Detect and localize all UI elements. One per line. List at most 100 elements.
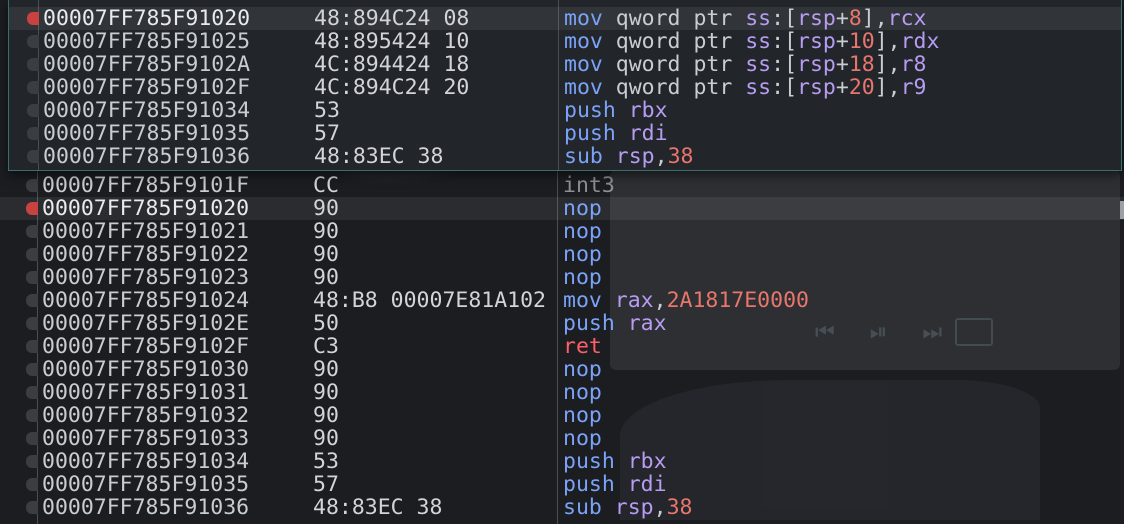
disasm-row[interactable]: 00007FF785F91036 48:83EC 38 sub rsp,38 bbox=[0, 496, 1124, 519]
disasm-row[interactable]: 00007FF785F91030 90 nop bbox=[0, 358, 1124, 381]
bytes-cell: 57 bbox=[313, 472, 339, 497]
breakpoint-slot[interactable] bbox=[26, 294, 38, 307]
breakpoint-slot[interactable] bbox=[26, 271, 38, 284]
instruction-token: rdi bbox=[628, 121, 668, 146]
instruction-token: qword ptr bbox=[615, 29, 746, 54]
breakpoint-icon[interactable] bbox=[27, 12, 39, 25]
instruction-cell: nop bbox=[563, 404, 602, 427]
breakpoint-slot[interactable] bbox=[27, 150, 39, 163]
bytes-cell: 53 bbox=[314, 98, 340, 123]
instruction-token: qword ptr bbox=[615, 6, 746, 31]
breakpoint-slot[interactable] bbox=[27, 127, 39, 140]
instruction-token: sub bbox=[563, 495, 615, 520]
instruction-token: rbx bbox=[627, 449, 667, 474]
breakpoint-slot[interactable] bbox=[26, 501, 38, 514]
disasm-row[interactable]: 00007FF785F91023 90 nop bbox=[0, 266, 1124, 289]
bytes-cell: 48:894C24 08 bbox=[314, 6, 470, 31]
instruction-token: rdi bbox=[627, 472, 667, 497]
breakpoint-slot[interactable] bbox=[26, 363, 38, 376]
instruction-cell: mov qword ptr ss:[rsp+10],rdx bbox=[564, 30, 939, 53]
address-cell: 00007FF785F91020 bbox=[43, 6, 251, 31]
breakpoint-slot[interactable] bbox=[26, 225, 38, 238]
bytes-cell: C3 bbox=[313, 334, 339, 359]
instruction-token: :[ bbox=[771, 29, 798, 54]
disassembly-preview-popup: 00007FF785F91020 48:894C24 08 mov qword pt… bbox=[8, 0, 1122, 171]
disasm-row[interactable]: 00007FF785F91032 90 nop bbox=[0, 404, 1124, 427]
breakpoint-slot[interactable] bbox=[26, 340, 38, 353]
disasm-row[interactable]: 00007FF785F91025 48:895424 10 mov qword pt… bbox=[9, 30, 1121, 53]
disasm-row[interactable]: 00007FF785F91024 48:B8 00007E81A102 mov ra… bbox=[0, 289, 1124, 312]
instruction-token: ], bbox=[874, 29, 901, 54]
instruction-cell: nop bbox=[563, 266, 602, 289]
instruction-cell: mov qword ptr ss:[rsp+18],r8 bbox=[564, 53, 926, 76]
disasm-row[interactable]: 00007FF785F91020 48:894C24 08 mov qword pt… bbox=[9, 7, 1121, 30]
bytes-cell: 90 bbox=[313, 219, 339, 244]
breakpoint-slot[interactable] bbox=[26, 409, 38, 422]
address-cell: 00007FF785F91033 bbox=[42, 426, 250, 451]
disasm-row[interactable]: 00007FF785F9102E 50 push rax bbox=[0, 312, 1124, 335]
instruction-token: mov bbox=[564, 75, 616, 100]
instruction-token: , bbox=[654, 144, 668, 169]
disasm-row[interactable]: 00007FF785F91034 53 push rbx bbox=[9, 99, 1121, 122]
disasm-row[interactable]: 00007FF785F91033 90 nop bbox=[0, 427, 1124, 450]
bytes-cell: 90 bbox=[313, 242, 339, 267]
instruction-token: nop bbox=[563, 403, 602, 428]
instruction-token: r8 bbox=[900, 52, 927, 77]
instruction-cell: push rbx bbox=[564, 99, 668, 122]
breakpoint-icon[interactable] bbox=[26, 202, 38, 215]
disasm-row[interactable]: 00007FF785F91034 53 push rbx bbox=[0, 450, 1124, 473]
bytes-cell: 90 bbox=[313, 265, 339, 290]
breakpoint-slot[interactable] bbox=[27, 104, 39, 117]
breakpoint-slot[interactable] bbox=[26, 386, 38, 399]
instruction-token: :[ bbox=[771, 52, 798, 77]
breakpoint-slot[interactable] bbox=[26, 248, 38, 261]
bytes-cell: 90 bbox=[313, 403, 339, 428]
bytes-cell: 90 bbox=[313, 357, 339, 382]
bytes-cell: 90 bbox=[313, 380, 339, 405]
instruction-cell: push rax bbox=[563, 312, 667, 335]
address-cell: 00007FF785F91023 bbox=[42, 265, 250, 290]
breakpoint-slot[interactable] bbox=[26, 432, 38, 445]
breakpoint-slot[interactable] bbox=[26, 455, 38, 468]
bytes-cell: 48:83EC 38 bbox=[314, 144, 444, 169]
disasm-row[interactable]: 00007FF785F91031 90 nop bbox=[0, 381, 1124, 404]
disasm-row[interactable]: 00007FF785F9102F C3 ret bbox=[0, 335, 1124, 358]
instruction-cell: nop bbox=[563, 243, 602, 266]
instruction-token: rsp bbox=[615, 144, 655, 169]
instruction-token: 20 bbox=[848, 75, 875, 100]
instruction-token: 18 bbox=[848, 52, 875, 77]
instruction-token: ], bbox=[861, 6, 888, 31]
breakpoint-slot[interactable] bbox=[27, 81, 39, 94]
bytes-cell: 53 bbox=[313, 449, 339, 474]
breakpoint-slot[interactable] bbox=[26, 179, 38, 192]
disasm-row[interactable]: 00007FF785F91035 57 push rdi bbox=[0, 473, 1124, 496]
instruction-cell: push rdi bbox=[564, 122, 668, 145]
disasm-row[interactable]: 00007FF785F91020 90 nop bbox=[0, 197, 1124, 220]
instruction-token: qword ptr bbox=[615, 75, 746, 100]
instruction-token: , bbox=[653, 288, 667, 313]
breakpoint-slot[interactable] bbox=[27, 58, 39, 71]
instruction-token: nop bbox=[563, 426, 602, 451]
instruction-token: 2A1817E0000 bbox=[666, 288, 809, 313]
disasm-row[interactable]: 00007FF785F91036 48:83EC 38 sub rsp,38 bbox=[9, 145, 1121, 168]
disasm-row[interactable]: 00007FF785F91022 90 nop bbox=[0, 243, 1124, 266]
disasm-row[interactable]: 00007FF785F91021 90 nop bbox=[0, 220, 1124, 243]
instruction-token: , bbox=[653, 495, 667, 520]
disasm-row[interactable]: 00007FF785F9102A 4C:894424 18 mov qword pt… bbox=[9, 53, 1121, 76]
breakpoint-slot[interactable] bbox=[26, 317, 38, 330]
address-cell: 00007FF785F91024 bbox=[42, 288, 250, 313]
breakpoint-slot[interactable] bbox=[26, 478, 38, 491]
address-cell: 00007FF785F9102F bbox=[42, 334, 250, 359]
disasm-row[interactable]: 00007FF785F9102F 4C:894C24 20 mov qword pt… bbox=[9, 76, 1121, 99]
address-cell: 00007FF785F9102A bbox=[43, 52, 251, 77]
breakpoint-slot[interactable] bbox=[27, 35, 39, 48]
bytes-cell: CC bbox=[313, 173, 339, 198]
disasm-row[interactable]: 00007FF785F91035 57 push rdi bbox=[9, 122, 1121, 145]
scroll-marker[interactable] bbox=[1120, 201, 1124, 219]
instruction-token: nop bbox=[563, 242, 602, 267]
instruction-token: r9 bbox=[900, 75, 927, 100]
disasm-row[interactable]: 00007FF785F9101F CC int3 bbox=[0, 174, 1124, 197]
instruction-cell: push rdi bbox=[563, 473, 667, 496]
instruction-cell: nop bbox=[563, 220, 602, 243]
instruction-token: rsp bbox=[797, 6, 836, 31]
